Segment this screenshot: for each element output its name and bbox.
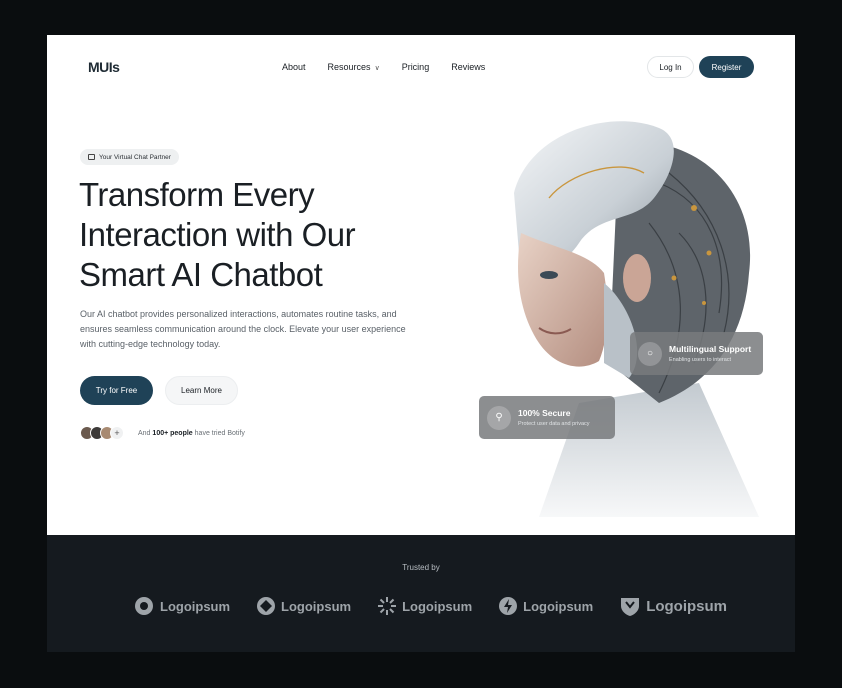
partner-logo-text: Logoipsum: [646, 597, 728, 615]
nav-item-resources[interactable]: Resources ∨: [328, 62, 380, 72]
partner-logo[interactable]: Logoipsum: [377, 596, 472, 616]
multilingual-subtitle: Enabling users to interact: [669, 357, 732, 363]
partner-logo-text: Logoipsum: [160, 598, 231, 614]
ring-logo-icon: [135, 597, 153, 615]
nav-item-about[interactable]: About: [282, 62, 306, 72]
secure-subtitle: Protect user data and privacy: [518, 421, 590, 427]
learn-more-button[interactable]: Learn More: [165, 376, 238, 405]
multilingual-support-card: ○ Multilingual Support Enabling users to…: [630, 332, 763, 375]
partner-logo[interactable]: Logoipsum: [498, 596, 593, 616]
plus-icon: +: [110, 426, 124, 440]
trusted-by-label: Trusted by: [402, 563, 440, 572]
partner-logos: Logoipsum Logoipsum Logoipsum Logoipsum …: [133, 595, 727, 617]
robot-head-image: [514, 121, 759, 517]
diamond-logo-icon: [257, 597, 276, 615]
try-for-free-button[interactable]: Try for Free: [80, 376, 153, 405]
hero-badge: Your Virtual Chat Partner: [80, 149, 179, 165]
multilingual-title: Multilingual Support: [669, 344, 752, 354]
partner-logo[interactable]: Logoipsum: [133, 595, 230, 617]
top-nav: MUIs About Resources ∨ Pricing Reviews Lo…: [47, 35, 795, 99]
hero-description: Our AI chatbot provides personalized int…: [80, 309, 406, 349]
headline-line-3: Smart AI Chatbot: [79, 256, 323, 293]
nav-item-resources-label: Resources: [327, 62, 371, 72]
headset-icon: ○: [638, 341, 662, 366]
hero-badge-label: Your Virtual Chat Partner: [99, 153, 171, 161]
partner-logo[interactable]: Logoipsum: [619, 595, 727, 617]
register-button[interactable]: Register: [699, 56, 754, 78]
headline-line-2: Interaction with Our: [79, 216, 356, 253]
hero-headline: Transform Every Interaction with Our Sma…: [79, 175, 429, 295]
trusted-by-band: Trusted by Logoipsum Logoipsum Logoipsum…: [47, 535, 795, 652]
chevron-down-icon: ∨: [374, 65, 380, 72]
partner-logo-text: Logoipsum: [281, 598, 352, 614]
sunburst-logo-icon: [378, 597, 397, 615]
secure-card: ⚲ 100% Secure Protect user data and priv…: [479, 396, 615, 439]
login-button[interactable]: Log In: [647, 56, 694, 78]
partner-logo-text: Logoipsum: [402, 598, 473, 614]
chat-icon: [88, 154, 95, 160]
secure-title: 100% Secure: [518, 408, 571, 418]
brand-logo[interactable]: MUIs: [88, 59, 120, 75]
social-proof-text: And 100+ people have tried Botify: [138, 429, 245, 437]
partner-logo[interactable]: Logoipsum: [256, 596, 351, 616]
nav-item-pricing[interactable]: Pricing: [402, 62, 430, 72]
headline-line-1: Transform Every: [79, 176, 315, 213]
bolt-logo-icon: [499, 597, 518, 615]
key-icon: ⚲: [487, 405, 511, 430]
shield-logo-icon: [621, 598, 640, 616]
nav-item-reviews[interactable]: Reviews: [451, 62, 485, 72]
social-proof: + And 100+ people have tried Botify: [80, 426, 245, 440]
partner-logo-text: Logoipsum: [523, 598, 594, 614]
nav-menu: About Resources ∨ Pricing Reviews: [282, 62, 485, 72]
landing-page: MUIs About Resources ∨ Pricing Reviews Lo…: [47, 35, 795, 652]
